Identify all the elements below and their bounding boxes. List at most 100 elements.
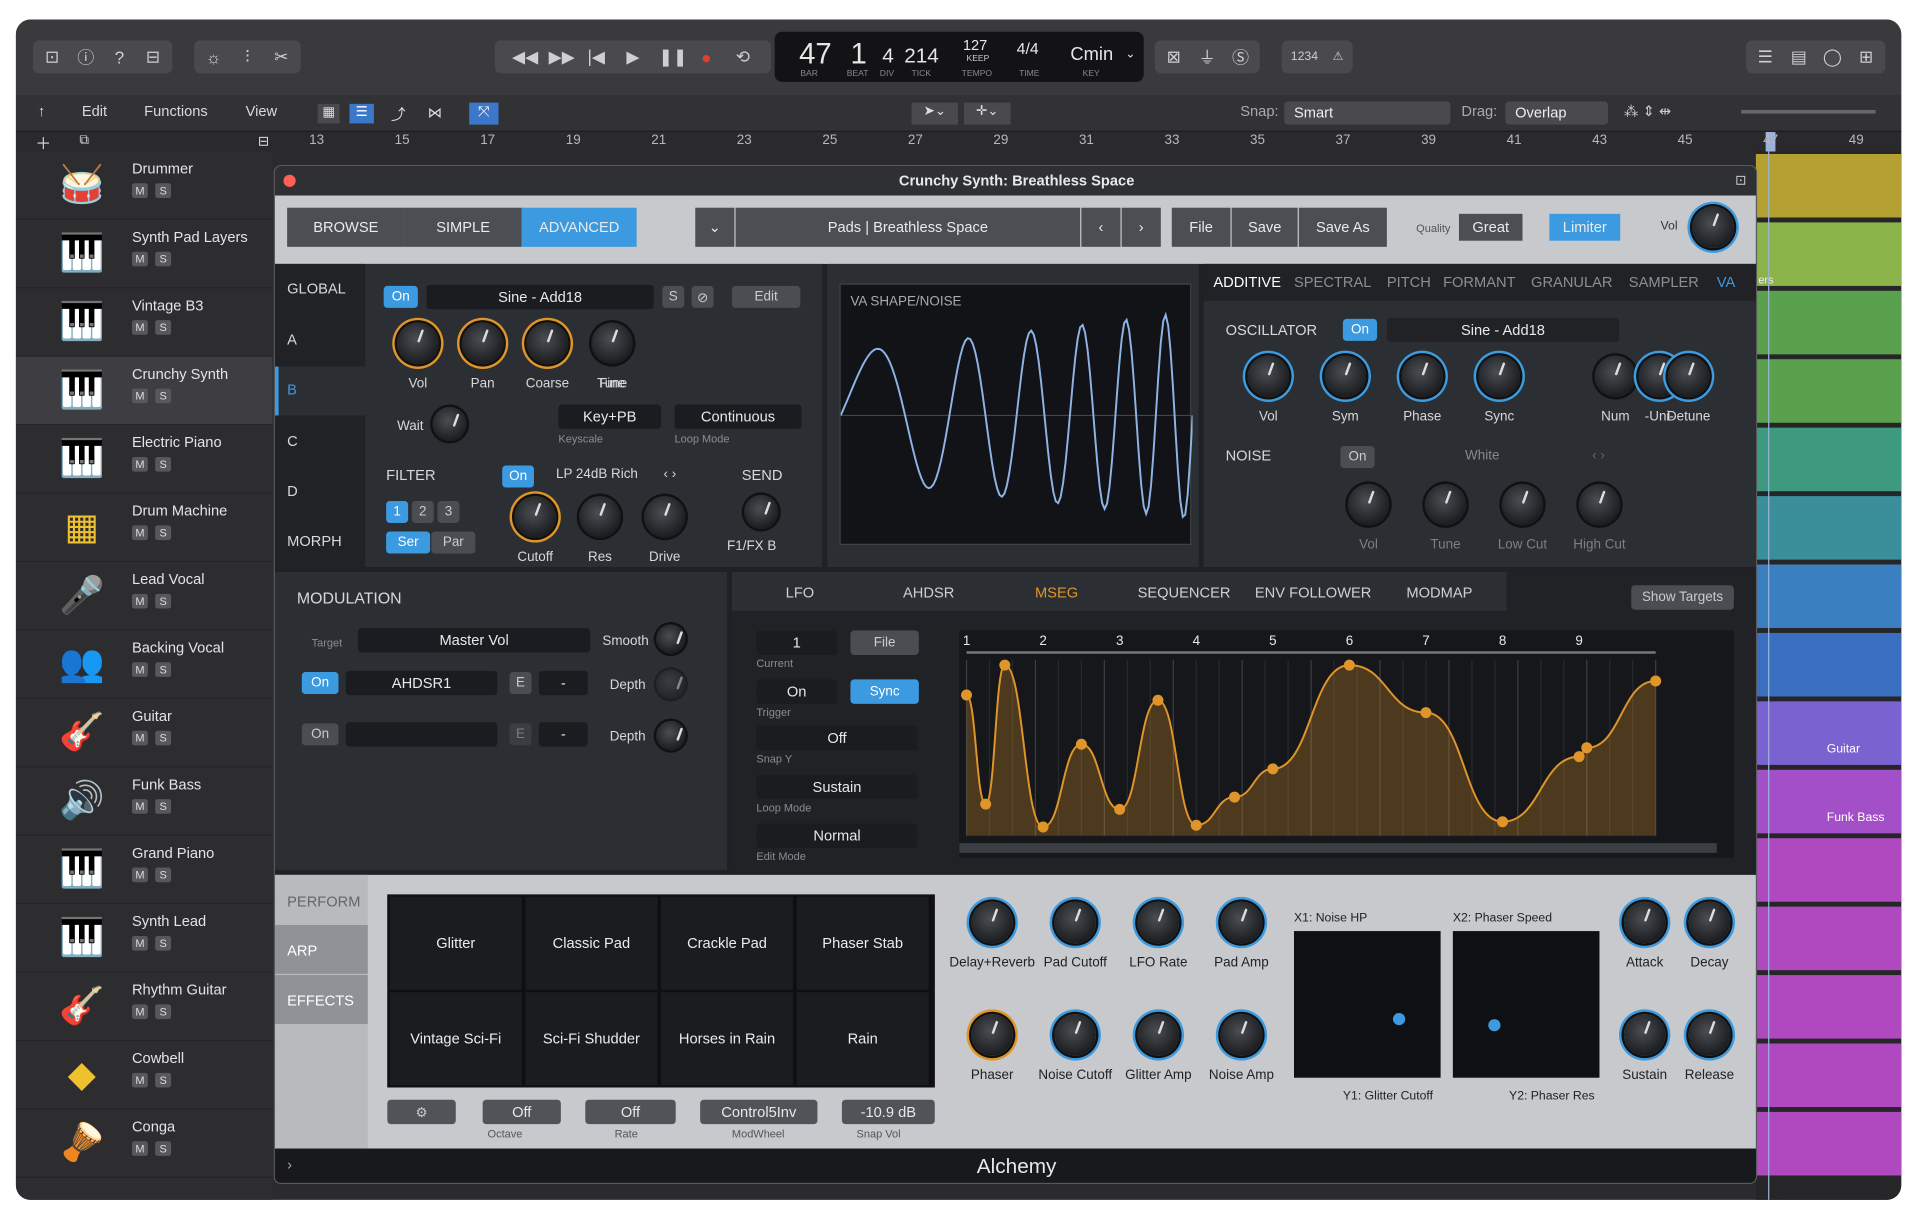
mseg-point[interactable]: [1581, 742, 1593, 754]
edit-buttons[interactable]: ☼ ⫶ ✂: [194, 40, 301, 74]
synth-tab-va[interactable]: VA: [1717, 274, 1735, 291]
view-menu[interactable]: View: [246, 103, 278, 120]
mod-tab-ahdsr[interactable]: AHDSR: [903, 584, 954, 601]
track-row[interactable]: 🎤 Lead Vocal M S: [15, 562, 273, 631]
keyscale-select[interactable]: Key+PB: [558, 404, 662, 429]
ruler-mark[interactable]: 49: [1849, 133, 1864, 148]
chevron-right-icon[interactable]: ›: [287, 1156, 292, 1173]
track-region[interactable]: [1755, 906, 1902, 971]
macro-knob[interactable]: [971, 1014, 1013, 1056]
track-row[interactable]: 🎹 Crunchy Synth M S: [15, 356, 273, 426]
save-button[interactable]: Save: [1231, 207, 1298, 247]
toolbar-icon[interactable]: ⊟: [144, 46, 163, 67]
filter-arrows-icon[interactable]: ‹ ›: [663, 467, 676, 482]
preset-name[interactable]: Pads | Breathless Space: [735, 207, 1081, 247]
track-row[interactable]: 👥 Backing Vocal M S: [15, 631, 273, 699]
mseg-point[interactable]: [1037, 821, 1049, 833]
mute-button[interactable]: M: [131, 799, 148, 814]
mod-tab-lfo[interactable]: LFO: [786, 584, 815, 601]
oscillator-wave-select[interactable]: Sine - Add18: [1386, 317, 1620, 343]
track-row[interactable]: 🔊 Funk Bass M S: [15, 767, 273, 836]
browser-icon[interactable]: ⊞: [1857, 46, 1876, 67]
ruler-mark[interactable]: 41: [1507, 133, 1522, 148]
knob-high-cut[interactable]: [1578, 483, 1621, 526]
tab-effects[interactable]: EFFECTS: [287, 992, 354, 1009]
track-row[interactable]: 🎹 Grand Piano M S: [15, 836, 273, 905]
forward-icon[interactable]: ▶▶: [549, 46, 575, 67]
perform-pad[interactable]: Crackle Pad: [661, 896, 794, 990]
mute-button[interactable]: M: [131, 867, 148, 883]
synth-tab-granular[interactable]: GRANULAR: [1531, 274, 1612, 291]
loop-browser-icon[interactable]: ◯: [1823, 46, 1842, 67]
perform-pad[interactable]: Horses in Rain: [661, 992, 794, 1086]
synth-tab-additive[interactable]: ADDITIVE: [1213, 274, 1281, 291]
chevron-right-icon[interactable]: ›: [1121, 207, 1161, 247]
snap-vol-select[interactable]: -10.9 dB: [841, 1099, 935, 1125]
oscillator-on-toggle[interactable]: On: [1342, 318, 1378, 341]
noise-on-toggle[interactable]: On: [1340, 445, 1375, 468]
back-icon[interactable]: ↑: [38, 103, 45, 120]
tab-c[interactable]: C: [287, 433, 298, 450]
knob-pan[interactable]: [461, 322, 504, 365]
synth-tab-formant[interactable]: FORMANT: [1443, 274, 1515, 291]
tuner-icon[interactable]: ⏚: [1198, 45, 1217, 69]
ruler-mark[interactable]: 13: [309, 133, 324, 148]
mute-button[interactable]: M: [131, 1141, 148, 1156]
show-targets-button[interactable]: Show Targets: [1631, 585, 1734, 610]
mod1-source-select[interactable]: AHDSR1: [345, 670, 498, 696]
mod1-e-button[interactable]: E: [509, 672, 532, 695]
source-solo-button[interactable]: S: [662, 285, 685, 308]
solo-button[interactable]: S: [155, 251, 172, 267]
track-region[interactable]: [1755, 427, 1902, 492]
ruler-mark[interactable]: 19: [566, 133, 581, 148]
envelope-knob[interactable]: [1623, 1014, 1666, 1056]
waveform-display[interactable]: VA SHAPE/NOISE: [839, 283, 1194, 545]
library-icon[interactable]: ⊡: [43, 46, 62, 67]
loop-mode-select[interactable]: Continuous: [674, 404, 802, 429]
synth-tab-spectral[interactable]: SPECTRAL: [1294, 274, 1371, 291]
to-start-icon[interactable]: |◀: [585, 46, 607, 67]
macro-knob[interactable]: [1220, 1014, 1263, 1056]
drag-select[interactable]: Overlap: [1505, 101, 1609, 125]
track-region[interactable]: [1755, 1111, 1902, 1176]
track-region[interactable]: [1755, 290, 1902, 355]
octave-select[interactable]: Off: [482, 1099, 561, 1125]
functions-menu[interactable]: Functions: [144, 103, 208, 120]
add-track-icon[interactable]: ＋: [35, 131, 51, 154]
macro-knob[interactable]: [1137, 1014, 1180, 1056]
mseg-editor[interactable]: 1 2 3 4 5 6 7 8 9: [959, 630, 1734, 858]
mute-button[interactable]: M: [131, 320, 148, 335]
edit-menu[interactable]: Edit: [82, 103, 107, 120]
solo-button[interactable]: S: [155, 320, 172, 335]
perform-pad[interactable]: Glitter: [389, 896, 522, 990]
source-on-toggle[interactable]: On: [383, 285, 418, 308]
source-edit-button[interactable]: Edit: [731, 285, 801, 308]
mseg-point[interactable]: [1190, 819, 1202, 831]
track-region[interactable]: [1755, 496, 1902, 560]
filter-parallel-button[interactable]: Par: [431, 531, 476, 554]
bar-ruler[interactable]: 13 15 17 19 21 23 25 27 29 31 33 35 37 39 41 43 45 47 49: [304, 131, 1902, 152]
mseg-point[interactable]: [1152, 694, 1164, 706]
track-region[interactable]: [1755, 153, 1902, 218]
mseg-point[interactable]: [1650, 675, 1662, 687]
noise-arrows-icon[interactable]: ‹ ›: [1592, 448, 1605, 463]
synth-tab-pitch[interactable]: PITCH: [1387, 274, 1431, 291]
mod2-on-toggle[interactable]: On: [301, 723, 339, 746]
target-select[interactable]: Master Vol: [358, 628, 591, 653]
duplicate-track-icon[interactable]: ⧉: [79, 133, 89, 149]
envelope-knob[interactable]: [1688, 901, 1731, 944]
mod2-curve-select[interactable]: -: [538, 722, 588, 747]
view-buttons[interactable]: ⊡ ⓘ? ⊟: [32, 40, 173, 74]
mute-button[interactable]: M: [131, 183, 148, 198]
track-row[interactable]: 🎸 Guitar M S: [15, 699, 273, 768]
macro-knob[interactable]: [1054, 1014, 1097, 1056]
filter-3-button[interactable]: 3: [437, 500, 460, 523]
macro-knob[interactable]: [1220, 901, 1263, 944]
solo-button[interactable]: S: [155, 799, 172, 814]
replace-icon[interactable]: ⊠: [1164, 46, 1183, 67]
track-region[interactable]: [1755, 1043, 1902, 1108]
mute-button[interactable]: M: [131, 935, 148, 951]
solo-button[interactable]: S: [155, 388, 172, 404]
solo-button[interactable]: S: [155, 1141, 172, 1156]
metronome-icon[interactable]: ⚠: [1333, 50, 1344, 63]
